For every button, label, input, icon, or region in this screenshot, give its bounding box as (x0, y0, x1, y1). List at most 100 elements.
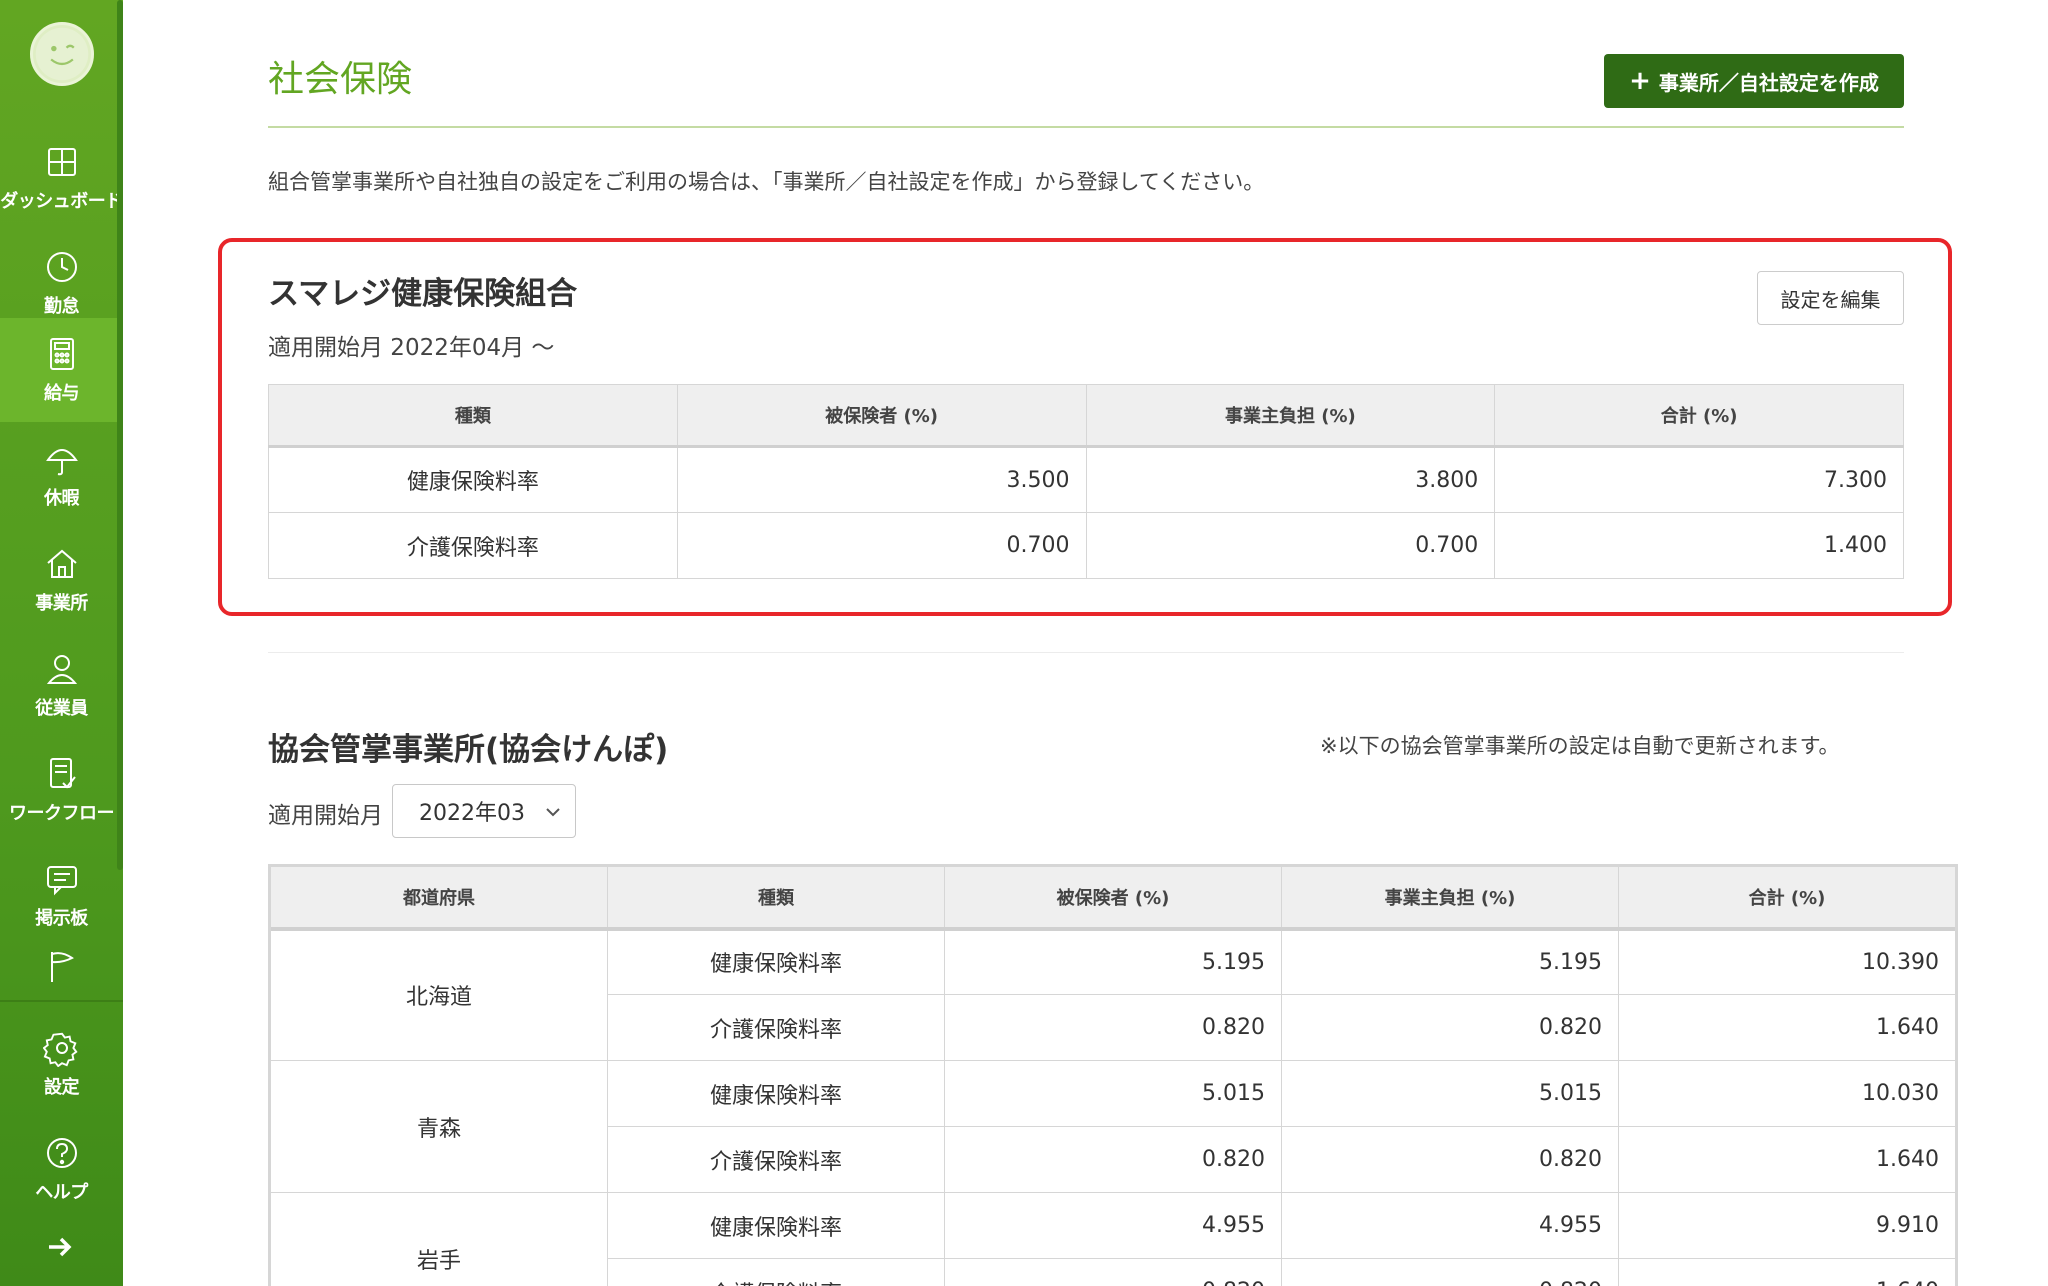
employer-rate: 0.820 (1281, 1126, 1619, 1193)
column-header: 事業主負担 (%) (1281, 866, 1619, 931)
insured-rate: 5.015 (944, 1060, 1282, 1127)
table-row: 北海道 健康保険料率 5.195 5.195 10.390 (270, 928, 1956, 1061)
sidebar-item-label: 設定 (44, 1077, 80, 1098)
total-rate: 1.640 (1618, 1126, 1956, 1193)
sidebar-item-label: ダッシュボード (0, 191, 123, 212)
rate-type: 健康保険料率 (607, 1060, 945, 1127)
column-header: 被保険者 (%) (676, 384, 1087, 448)
insured-rate: 0.820 (944, 1258, 1282, 1286)
sidebar-item-flag[interactable] (0, 940, 123, 1000)
home-icon (43, 545, 81, 583)
sidebar-item-label: 休暇 (44, 488, 80, 509)
help-icon (43, 1134, 81, 1172)
sidebar-item-label: 掲示板 (35, 908, 88, 929)
sidebar-item-settings[interactable]: 設定 (0, 1012, 123, 1116)
sidebar-item-label: 勤怠 (44, 296, 80, 317)
chat-icon (43, 860, 81, 898)
chevron-down-icon (543, 802, 563, 822)
prefecture-name: 青森 (270, 1060, 608, 1193)
title-divider (268, 126, 1904, 128)
section-divider (268, 652, 1904, 653)
union-title: スマレジ健康保険組合 (268, 276, 578, 312)
sidebar-item-label: 事業所 (35, 593, 88, 614)
avatar[interactable] (30, 22, 94, 86)
total-rate: 10.390 (1618, 928, 1956, 995)
create-office-setting-button[interactable]: + 事業所／自社設定を作成 (1604, 54, 1904, 108)
start-month-select[interactable]: 2022年03 (392, 784, 576, 838)
rate-type: 健康保険料率 (607, 1192, 945, 1259)
kyokai-rate-table: 都道府県 種類 被保険者 (%) 事業主負担 (%) 合計 (%) 北海道 健康… (270, 866, 1956, 1286)
sidebar-item-help[interactable]: ヘルプ (0, 1117, 123, 1221)
column-header: 合計 (%) (1494, 384, 1904, 448)
sidebar-item-office[interactable]: 事業所 (0, 528, 123, 632)
flag-icon (43, 948, 81, 986)
employer-rate: 0.820 (1281, 994, 1619, 1061)
table-row: 健康保険料率 3.500 3.800 7.300 (268, 446, 1904, 513)
employer-rate: 3.800 (1085, 446, 1496, 513)
rate-type: 介護保険料率 (607, 1258, 945, 1286)
sidebar-item-label: ワークフロー (9, 803, 115, 824)
total-rate: 10.030 (1618, 1060, 1956, 1127)
sidebar-item-label: ヘルプ (35, 1182, 88, 1203)
insured-rate: 0.820 (944, 1126, 1282, 1193)
sidebar-item-dashboard[interactable]: ダッシュボード (0, 126, 123, 230)
insured-rate: 0.700 (676, 512, 1087, 579)
expand-arrow-icon[interactable] (45, 1232, 75, 1262)
sidebar: ダッシュボード 勤怠 給与 休暇 事業所 従業員 ワークフロー 掲示板 設定 ヘ… (0, 0, 123, 1286)
intro-text: 組合管掌事業所や自社独自の設定をご利用の場合は、「事業所／自社設定を作成」から登… (268, 170, 1265, 194)
sidebar-item-label: 従業員 (35, 698, 88, 719)
smiley-icon (35, 27, 89, 81)
total-rate: 1.640 (1618, 1258, 1956, 1286)
total-rate: 9.910 (1618, 1192, 1956, 1259)
column-header: 都道府県 (270, 866, 608, 931)
table-row: 岩手 健康保険料率 4.955 4.955 9.910 (270, 1192, 1956, 1286)
employer-rate: 0.700 (1085, 512, 1496, 579)
union-rate-table: 種類 被保険者 (%) 事業主負担 (%) 合計 (%) 健康保険料率 3.50… (268, 384, 1904, 579)
kyokai-note: ※以下の協会管掌事業所の設定は自動で更新されます。 (1320, 734, 1840, 758)
total-rate: 1.400 (1494, 512, 1904, 579)
start-month-label: 適用開始月 (268, 803, 383, 829)
insured-rate: 4.955 (944, 1192, 1282, 1259)
rate-type: 介護保険料率 (268, 512, 678, 579)
calculator-icon (43, 335, 81, 373)
employer-rate: 4.955 (1281, 1192, 1619, 1259)
dashboard-icon (43, 143, 81, 181)
prefecture-name: 岩手 (270, 1192, 608, 1286)
gear-icon (42, 1029, 81, 1068)
column-header: 事業主負担 (%) (1085, 384, 1496, 448)
column-header: 合計 (%) (1618, 866, 1956, 931)
document-check-icon (43, 755, 81, 793)
sidebar-item-employees[interactable]: 従業員 (0, 633, 123, 737)
insured-rate: 5.195 (944, 928, 1282, 995)
page-title: 社会保険 (268, 59, 413, 100)
table-row: 青森 健康保険料率 5.015 5.015 10.030 (270, 1060, 1956, 1193)
sidebar-item-payroll[interactable]: 給与 (0, 318, 123, 422)
employer-rate: 5.195 (1281, 928, 1619, 995)
rate-type: 介護保険料率 (607, 1126, 945, 1193)
create-button-label: 事業所／自社設定を作成 (1658, 70, 1879, 95)
sidebar-item-workflow[interactable]: ワークフロー (0, 738, 123, 842)
rate-type: 健康保険料率 (607, 928, 945, 995)
rate-type: 介護保険料率 (607, 994, 945, 1061)
edit-settings-button[interactable]: 設定を編集 (1757, 271, 1904, 325)
user-icon (43, 650, 81, 688)
column-header: 種類 (268, 384, 678, 448)
column-header: 種類 (607, 866, 945, 931)
sidebar-item-bulletin[interactable]: 掲示板 (0, 843, 123, 947)
kyokai-title: 協会管掌事業所(協会けんぽ) (268, 732, 669, 768)
sidebar-item-label: 給与 (44, 383, 80, 404)
rate-type: 健康保険料率 (268, 446, 678, 513)
umbrella-icon (43, 440, 81, 478)
prefecture-name: 北海道 (270, 928, 608, 1061)
employer-rate: 5.015 (1281, 1060, 1619, 1127)
table-row: 介護保険料率 0.700 0.700 1.400 (268, 512, 1904, 579)
total-rate: 7.300 (1494, 446, 1904, 513)
union-start-month: 適用開始月 2022年04月 〜 (268, 335, 555, 361)
insured-rate: 0.820 (944, 994, 1282, 1061)
plus-icon: + (1629, 66, 1651, 96)
sidebar-scrollbar[interactable] (117, 0, 123, 870)
insured-rate: 3.500 (676, 446, 1087, 513)
sidebar-divider (0, 1000, 123, 1002)
sidebar-item-leave[interactable]: 休暇 (0, 423, 123, 527)
clock-icon (43, 248, 81, 286)
